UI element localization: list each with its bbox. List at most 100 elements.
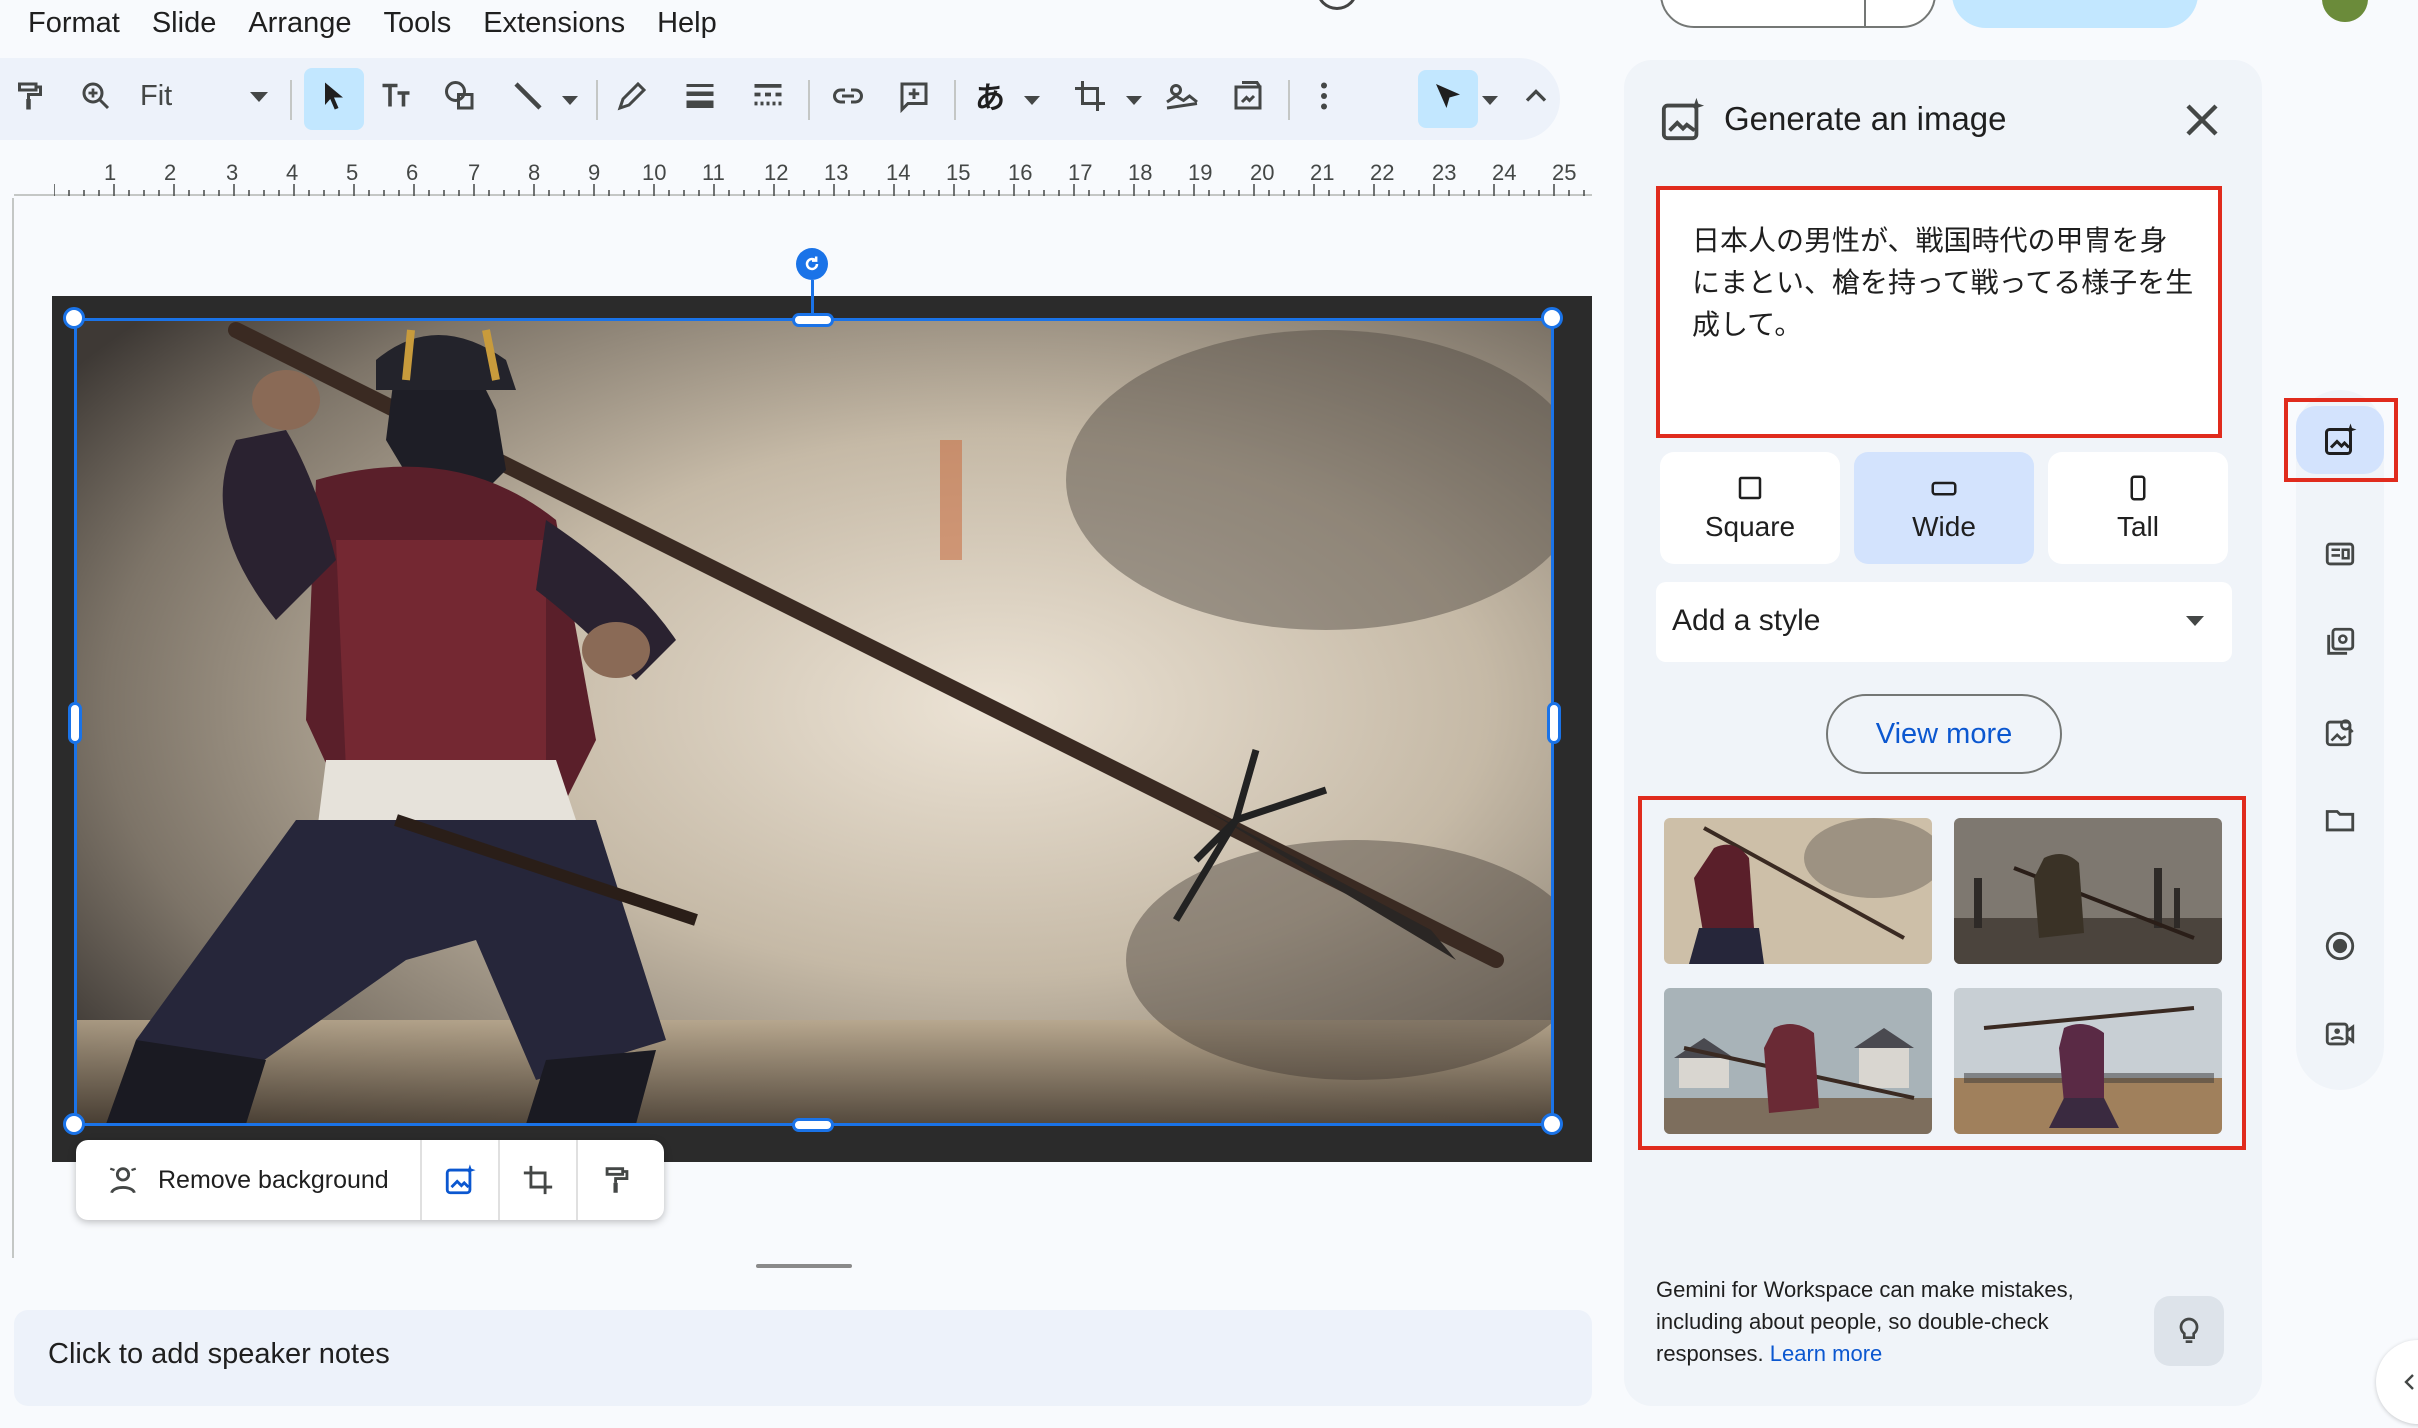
generate-image-button[interactable] [422, 1140, 500, 1220]
zoom-icon[interactable] [74, 74, 118, 118]
menu-slide[interactable]: Slide [152, 7, 217, 40]
ruler-label: 24 [1492, 160, 1517, 185]
crop-button[interactable] [500, 1140, 578, 1220]
paint-format-button[interactable] [578, 1140, 656, 1220]
replace-image-icon[interactable] [1226, 74, 1270, 118]
resize-handle-bottom-left[interactable] [63, 1113, 85, 1135]
prompt-text: 日本人の男性が、戦国時代の甲冑を身にまとい、槍を持って戦ってる様子を生成して。 [1692, 224, 2194, 341]
image-search-icon [2325, 719, 2354, 747]
resize-handle-top-left[interactable] [63, 307, 85, 329]
crop-icon[interactable] [1068, 74, 1112, 118]
avatar[interactable] [2322, 0, 2368, 22]
ruler-label: 14 [886, 160, 911, 185]
menu-arrange[interactable]: Arrange [248, 7, 351, 40]
chevron-down-icon[interactable] [562, 96, 578, 106]
cursor-icon[interactable] [312, 74, 356, 118]
rail-gallery-button[interactable] [2302, 604, 2378, 680]
pointer-icon[interactable] [1426, 74, 1470, 118]
ruler-label: 25 [1552, 160, 1577, 185]
menu-extensions[interactable]: Extensions [483, 7, 625, 40]
rotate-icon [805, 256, 819, 271]
lightbulb-icon [2179, 1317, 2199, 1343]
ruler-label: 12 [764, 160, 789, 185]
rail-generate-image-button[interactable] [2302, 402, 2378, 478]
chevron-left-icon [2404, 1374, 2414, 1390]
collapse-panel-button[interactable] [2376, 1340, 2418, 1424]
shape-icon[interactable] [438, 74, 482, 118]
more-vert-icon[interactable] [1302, 74, 1346, 118]
tall-icon [2130, 475, 2146, 501]
generated-image-thumbnail[interactable] [1664, 818, 1932, 964]
paint-format-icon [605, 1167, 629, 1193]
line-icon[interactable] [506, 74, 550, 118]
horizontal-ruler[interactable]: 1 2 3 4 5 6 7 8 9 10 11 12 13 14 15 16 1… [14, 152, 1592, 196]
slide-layout-icon [2325, 542, 2355, 566]
input-tools-icon[interactable]: あ [968, 74, 1012, 118]
rail-camera-button[interactable] [2302, 996, 2378, 1072]
chevron-down-icon[interactable] [1024, 96, 1040, 106]
remove-background-label: Remove background [158, 1165, 389, 1194]
border-dash-icon[interactable] [746, 74, 790, 118]
remove-background-button[interactable]: Remove background [76, 1140, 422, 1220]
link-icon[interactable] [826, 74, 870, 118]
menu-tools[interactable]: Tools [384, 7, 452, 40]
wide-icon [1931, 481, 1957, 496]
ruler-label: 9 [588, 160, 601, 185]
ruler-label: 23 [1432, 160, 1457, 185]
slideshow-button[interactable] [1660, 0, 1936, 28]
generated-image-thumbnail[interactable] [1954, 988, 2222, 1134]
folder-icon [2325, 810, 2355, 832]
aspect-tall-button[interactable]: Tall [2048, 452, 2228, 564]
close-icon[interactable] [2178, 96, 2226, 144]
resize-handle-left[interactable] [68, 702, 82, 744]
record-icon [2325, 931, 2355, 961]
ruler-label: 11 [702, 160, 725, 185]
rotate-handle[interactable] [796, 248, 828, 280]
image-options-icon[interactable] [1160, 74, 1204, 118]
notes-resize-handle[interactable] [756, 1264, 852, 1268]
speaker-notes[interactable]: Click to add speaker notes [14, 1310, 1592, 1406]
generated-image-thumbnail[interactable] [1954, 818, 2222, 964]
rail-image-search-button[interactable] [2302, 694, 2378, 770]
style-dropdown-label: Add a style [1672, 604, 1821, 637]
aspect-wide-button[interactable]: Wide [1854, 452, 2034, 564]
border-weight-icon[interactable] [678, 74, 722, 118]
resize-handle-top-right[interactable] [1541, 307, 1563, 329]
selection-frame[interactable] [74, 318, 1554, 1126]
comment-add-icon[interactable] [892, 74, 936, 118]
rail-folder-button[interactable] [2302, 782, 2378, 858]
rail-slide-button[interactable] [2302, 516, 2378, 592]
rail-record-button[interactable] [2302, 908, 2378, 984]
speaker-notes-placeholder: Click to add speaker notes [48, 1338, 390, 1370]
aspect-tall-label: Tall [2116, 511, 2159, 542]
learn-more-link[interactable]: Learn more [1770, 1341, 1883, 1366]
resize-handle-top[interactable] [792, 313, 834, 327]
menu-format[interactable]: Format [28, 7, 120, 40]
chevron-down-icon[interactable] [1126, 96, 1142, 106]
zoom-select[interactable]: Fit [140, 80, 172, 113]
chevron-up-icon[interactable] [1514, 74, 1558, 118]
view-more-button[interactable]: View more [1826, 694, 2062, 774]
generated-images-gallery [1638, 796, 2246, 1150]
text-box-icon[interactable] [374, 74, 418, 118]
chevron-down-icon[interactable] [1482, 96, 1498, 106]
pen-icon[interactable] [610, 74, 654, 118]
ruler-label: 18 [1128, 160, 1153, 185]
aspect-wide-label: Wide [1912, 511, 1976, 542]
ruler-label: 17 [1068, 160, 1093, 185]
aspect-square-button[interactable]: Square [1660, 452, 1840, 564]
menu-help[interactable]: Help [657, 7, 717, 40]
prompt-input[interactable]: 日本人の男性が、戦国時代の甲冑を身にまとい、槍を持って戦ってる様子を生成して。 [1656, 186, 2222, 438]
paint-format-icon[interactable] [8, 74, 52, 118]
ruler-label: 8 [528, 160, 541, 185]
vertical-ruler[interactable] [0, 198, 14, 1258]
feedback-button[interactable] [2154, 1296, 2224, 1366]
style-dropdown[interactable]: Add a style [1656, 582, 2232, 662]
resize-handle-bottom-right[interactable] [1541, 1113, 1563, 1135]
share-button[interactable] [1952, 0, 2198, 28]
chevron-down-icon[interactable] [250, 92, 268, 104]
generated-image-thumbnail[interactable] [1664, 988, 1932, 1134]
ruler-label: 4 [286, 160, 299, 185]
resize-handle-bottom[interactable] [792, 1118, 834, 1132]
resize-handle-right[interactable] [1547, 702, 1561, 744]
